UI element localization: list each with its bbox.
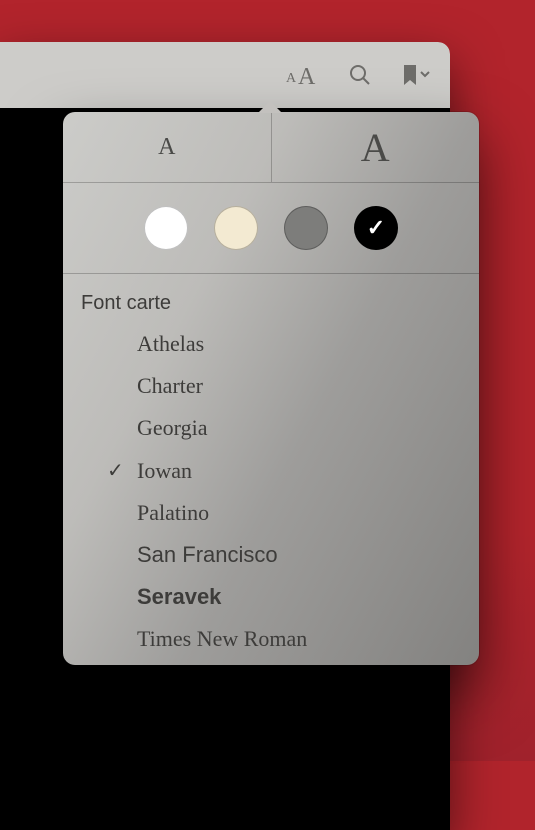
- theme-row: [63, 183, 479, 273]
- search-icon[interactable]: [348, 63, 372, 87]
- reader-toolbar: A A: [0, 42, 450, 108]
- font-option-label: Charter: [137, 373, 203, 398]
- font-list: Athelas Charter Georgia ✓ Iowan Palatino San F…: [63, 321, 479, 661]
- popover-arrow: [258, 101, 282, 113]
- font-option-times-new-roman[interactable]: Times New Roman: [63, 618, 479, 660]
- bookmark-icon[interactable]: [400, 63, 432, 87]
- svg-text:A: A: [298, 64, 316, 87]
- font-option-san-francisco[interactable]: San Francisco: [63, 534, 479, 576]
- font-option-iowan[interactable]: ✓ Iowan: [63, 450, 479, 492]
- check-icon: ✓: [107, 460, 124, 482]
- font-option-label: Iowan: [137, 458, 192, 483]
- font-option-athelas[interactable]: Athelas: [63, 323, 479, 365]
- decrease-text-glyph: A: [158, 134, 175, 161]
- theme-swatch-white[interactable]: [144, 206, 188, 250]
- increase-text-glyph: A: [361, 124, 390, 171]
- font-section-title: Font carte: [63, 274, 479, 321]
- increase-text-size-button[interactable]: A: [271, 112, 480, 182]
- font-option-charter[interactable]: Charter: [63, 365, 479, 407]
- decrease-text-size-button[interactable]: A: [63, 112, 271, 182]
- theme-swatch-sepia[interactable]: [214, 206, 258, 250]
- svg-text:A: A: [286, 71, 297, 86]
- font-option-seravek[interactable]: Seravek: [63, 576, 479, 618]
- font-option-label: Times New Roman: [137, 626, 307, 651]
- text-size-row: A A: [63, 112, 479, 182]
- font-option-label: Athelas: [137, 331, 204, 356]
- font-option-label: San Francisco: [137, 542, 278, 567]
- text-size-icon[interactable]: A A: [286, 63, 320, 87]
- font-option-palatino[interactable]: Palatino: [63, 492, 479, 534]
- theme-swatch-gray[interactable]: [284, 206, 328, 250]
- appearance-popover: A A Font carte Athelas Charter Georgia ✓ Iow…: [63, 112, 479, 665]
- font-option-georgia[interactable]: Georgia: [63, 407, 479, 449]
- font-option-label: Seravek: [137, 584, 221, 609]
- font-option-label: Georgia: [137, 415, 207, 440]
- font-option-label: Palatino: [137, 500, 209, 525]
- theme-swatch-night[interactable]: [354, 206, 398, 250]
